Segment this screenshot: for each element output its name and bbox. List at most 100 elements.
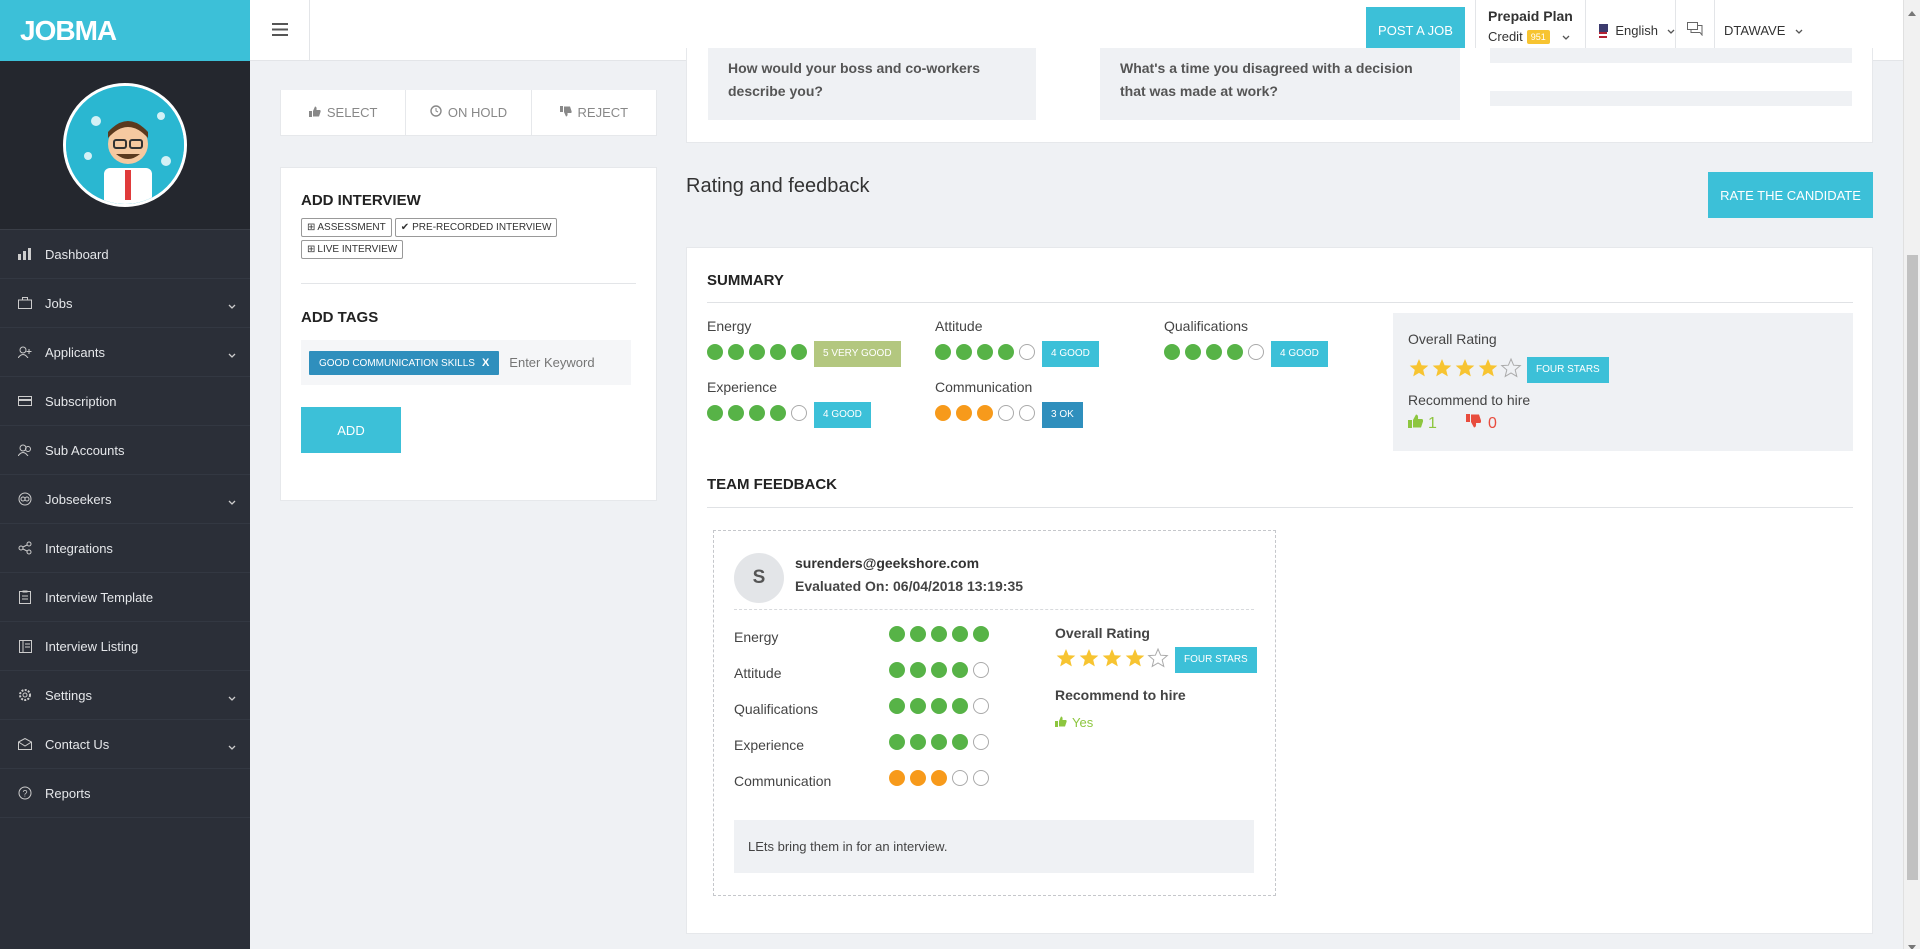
rating-dot-filled (952, 734, 968, 750)
sidebar-item-label: Settings (45, 687, 92, 703)
credit-card-icon (17, 393, 33, 409)
rating-dot-filled (910, 662, 926, 678)
rating-dot-empty (973, 734, 989, 750)
on-hold-button[interactable]: ON HOLD (406, 90, 532, 135)
thumbs-up-icon (308, 105, 321, 120)
share-icon (17, 540, 33, 556)
plan-credit: Credit 951 (1488, 29, 1585, 44)
chip-pre-recorded-interview[interactable]: ✔ PRE-RECORDED INTERVIEW (394, 218, 558, 237)
recommend-label: Recommend to hire (1408, 392, 1531, 408)
recommend-no[interactable]: 0 (1466, 414, 1497, 433)
rating-dot-filled (931, 698, 947, 714)
book-icon (17, 638, 33, 654)
avatar-illustration (66, 86, 184, 204)
add-tag-button[interactable]: ADD (301, 407, 401, 453)
question-card[interactable]: How would your boss and co-workers descr… (708, 48, 1036, 120)
criterion-dots (935, 344, 1040, 360)
chevron-down-icon (1795, 23, 1803, 38)
sidebar-item-jobs[interactable]: Jobs (0, 279, 250, 328)
chip-assessment[interactable]: ⊞ ASSESSMENT (301, 218, 392, 237)
sidebar-item-subscription[interactable]: Subscription (0, 377, 250, 426)
rating-dot-filled (952, 698, 968, 714)
sidebar-item-reports[interactable]: ? Reports (0, 769, 250, 818)
page-scrollbar[interactable] (1903, 0, 1920, 949)
summary-panel: SUMMARY Energy 5 VERY GOOD Attitude 4 GO… (686, 247, 1873, 934)
scroll-up-arrow-icon[interactable] (1908, 4, 1916, 19)
rating-dot-filled (935, 405, 951, 421)
rating-dot-filled (889, 698, 905, 714)
sidebar-item-integrations[interactable]: Integrations (0, 524, 250, 573)
sidebar-item-jobseekers[interactable]: Jobseekers (0, 475, 250, 524)
candidate-action-bar: SELECT ON HOLD REJECT (280, 90, 657, 136)
scroll-thumb[interactable] (1907, 255, 1918, 880)
rating-dot-filled (998, 344, 1014, 360)
chevron-down-icon (228, 347, 236, 362)
scroll-down-arrow-icon[interactable] (1908, 938, 1916, 949)
chevron-down-icon (228, 690, 236, 705)
sidebar-item-settings[interactable]: Settings (0, 671, 250, 720)
rating-dot-filled (931, 734, 947, 750)
reject-button[interactable]: REJECT (532, 90, 656, 135)
rating-dot-filled (1227, 344, 1243, 360)
overall-rating-label: Overall Rating (1408, 331, 1497, 347)
criterion-badge: 4 GOOD (1042, 341, 1099, 367)
profile-zone (0, 61, 250, 230)
criterion-badge: 3 OK (1042, 402, 1083, 428)
criterion-label: Attitude (935, 318, 983, 334)
rating-dot-filled (770, 344, 786, 360)
chat-icon (1687, 22, 1703, 39)
rating-dot-filled (749, 405, 765, 421)
sidebar-item-applicants[interactable]: Applicants (0, 328, 250, 377)
sidebar-item-sub-accounts[interactable]: Sub Accounts (0, 426, 250, 475)
us-flag-icon (1599, 23, 1609, 38)
star-filled-icon (1478, 359, 1498, 377)
sidebar-item-label: Interview Listing (45, 638, 139, 654)
criterion-label: Communication (935, 379, 1033, 395)
profile-avatar[interactable] (63, 83, 187, 207)
rating-dot-empty (973, 770, 989, 786)
chevron-down-icon (1667, 23, 1675, 38)
sidebar-item-dashboard[interactable]: Dashboard (0, 230, 250, 279)
sidebar-item-label: Integrations (45, 540, 113, 556)
keyword-input[interactable] (509, 355, 610, 370)
add-tags-title: ADD TAGS (301, 309, 379, 326)
chip-live-interview[interactable]: ⊞ LIVE INTERVIEW (301, 240, 404, 259)
star-filled-icon (1125, 649, 1145, 667)
briefcase-icon (17, 295, 33, 311)
rate-candidate-button[interactable]: RATE THE CANDIDATE (1708, 172, 1873, 218)
rating-dot-filled (728, 344, 744, 360)
select-button[interactable]: SELECT (281, 90, 407, 135)
question-placeholder (1490, 91, 1852, 106)
envelope-icon (17, 736, 33, 752)
question-placeholder (1490, 48, 1852, 63)
sidebar-item-interview-listing[interactable]: Interview Listing (0, 622, 250, 671)
star-filled-icon (1056, 649, 1076, 667)
rating-dot-filled (707, 405, 723, 421)
criterion-dots (889, 698, 994, 714)
star-filled-icon (1102, 649, 1122, 667)
post-job-button[interactable]: POST A JOB (1366, 7, 1465, 53)
star-filled-icon (1455, 359, 1475, 377)
rating-dot-filled (977, 344, 993, 360)
brand-logo[interactable]: JOBMA (20, 15, 117, 47)
rating-dot-filled (977, 405, 993, 421)
yes-count: 1 (1428, 414, 1437, 432)
criterion-badge: 5 VERY GOOD (814, 341, 901, 367)
star-filled-icon (1432, 359, 1452, 377)
credit-badge: 951 (1526, 29, 1550, 44)
reject-label: REJECT (577, 105, 629, 120)
rating-dot-filled (889, 662, 905, 678)
rating-dot-empty (973, 662, 989, 678)
sidebar-item-interview-template[interactable]: Interview Template (0, 573, 250, 622)
sidebar-item-contact-us[interactable]: Contact Us (0, 720, 250, 769)
question-card[interactable]: What's a time you disagreed with a decis… (1100, 48, 1460, 120)
remove-tag-button[interactable]: x (482, 357, 489, 369)
sidebar-item-label: Subscription (45, 393, 117, 409)
rating-dot-filled (931, 662, 947, 678)
tag-label: GOOD COMMUNICATION SKILLS (319, 357, 475, 369)
divider (734, 609, 1254, 610)
menu-toggle-button[interactable] (250, 0, 310, 61)
criterion-dots (889, 662, 994, 678)
plus-square-icon: ⊞ (307, 244, 316, 255)
recommend-yes[interactable]: 1 (1408, 414, 1437, 433)
